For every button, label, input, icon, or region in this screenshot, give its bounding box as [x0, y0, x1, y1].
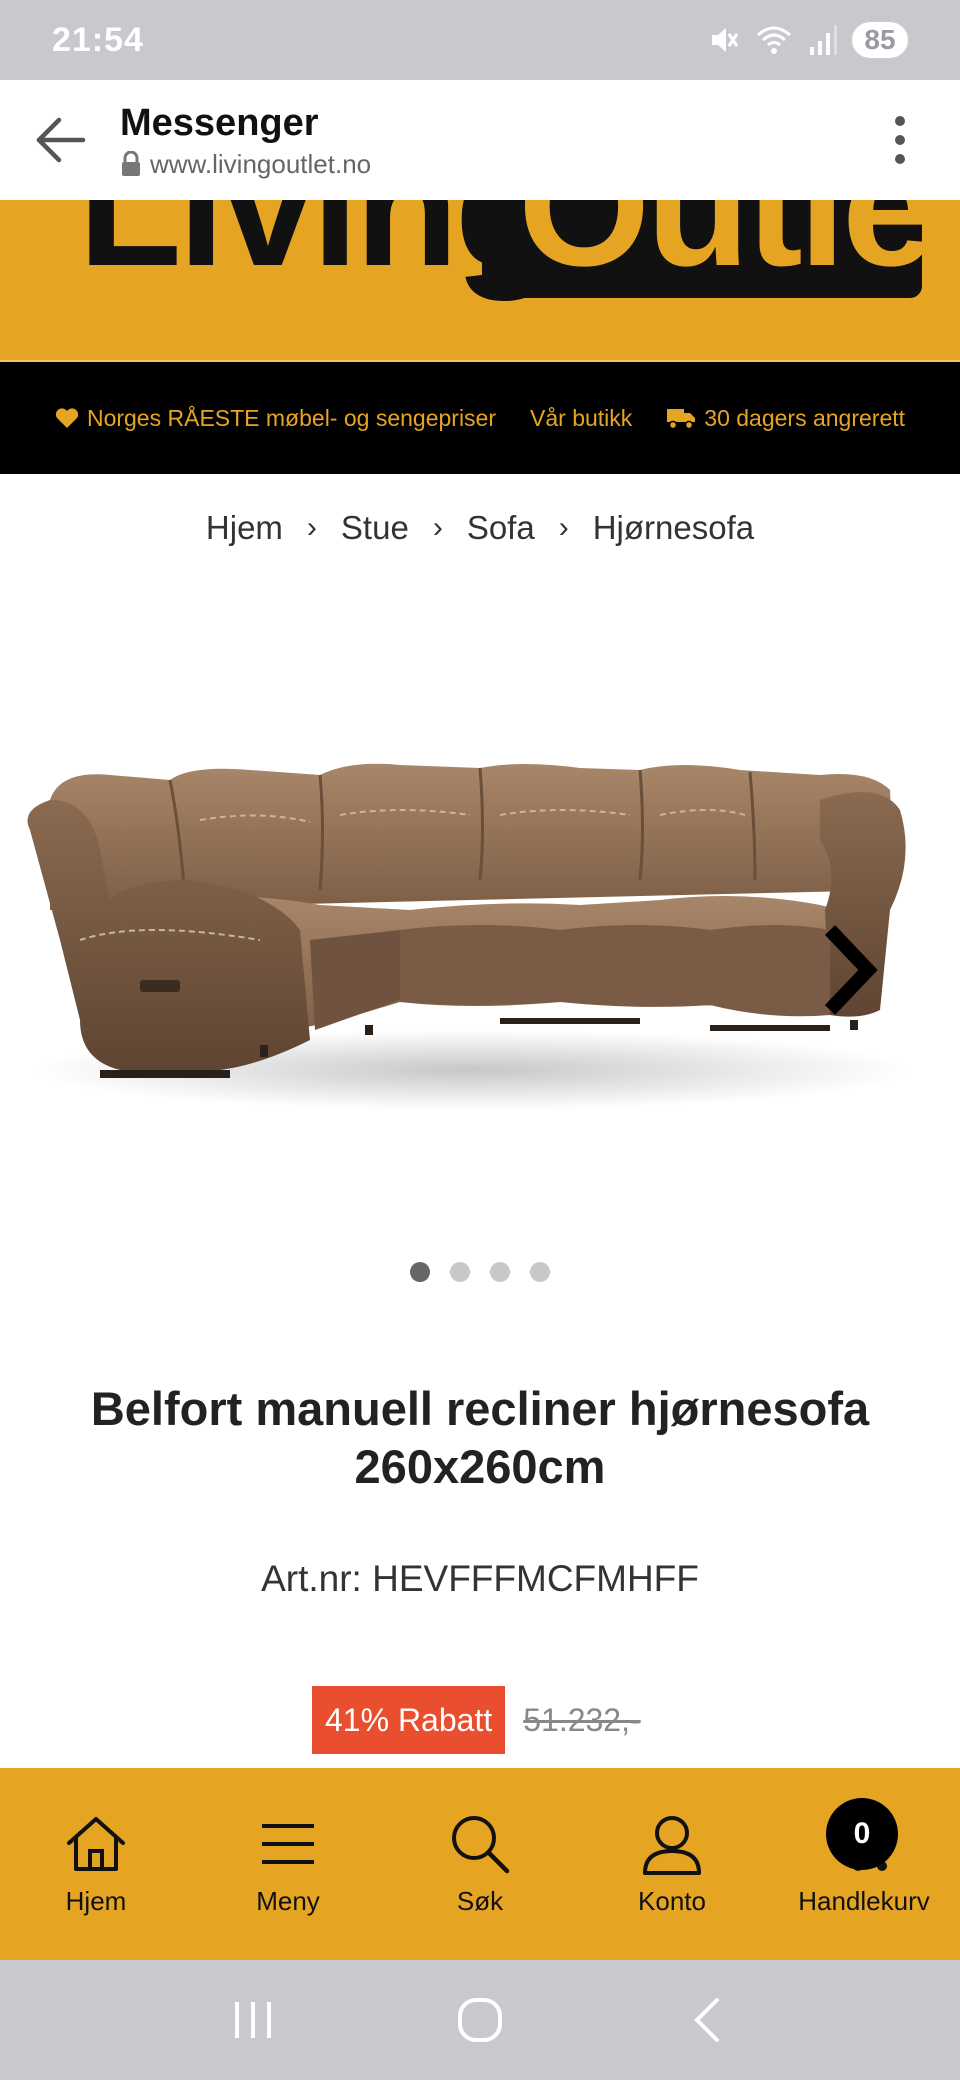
dot-icon — [895, 116, 905, 126]
status-icons: 85 — [706, 22, 908, 58]
truck-icon — [667, 409, 696, 430]
promo-return-policy[interactable]: 30 dagers angrerett — [666, 405, 905, 432]
url-row[interactable]: www.livingoutlet.no — [120, 149, 371, 180]
gallery-dot-4[interactable] — [530, 1262, 550, 1282]
signal-icon — [808, 23, 838, 57]
lock-icon — [122, 151, 140, 176]
mute-icon — [706, 23, 740, 57]
breadcrumb-item-hjornesofa[interactable]: Hjørnesofa — [593, 509, 754, 547]
promo-text-2: Vår butikk — [530, 404, 633, 431]
logo-word-outlet: Outlet — [518, 200, 922, 298]
nav-menu[interactable]: Meny — [198, 1812, 378, 1917]
promo-text-1: Norges RÅESTE møbel- og sengepriser — [86, 404, 497, 431]
bottom-nav: Hjem Meny Søk Konto 0 Handlekurv — [0, 1768, 960, 1960]
status-time: 21:54 — [52, 20, 144, 59]
nav-home-label: Hjem — [65, 1885, 127, 1916]
promo-bar: Norges RÅESTE møbel- og sengepriser Vår … — [0, 362, 960, 474]
logo-banner[interactable]: Living Outlet — [0, 200, 960, 360]
nav-search-label: Søk — [456, 1885, 504, 1916]
discount-badge: 41% Rabatt — [312, 1686, 506, 1754]
battery-indicator: 85 — [852, 22, 908, 58]
cart-count-badge: 0 — [826, 1797, 898, 1870]
nav-cart-label: Handlekurv — [798, 1885, 930, 1916]
system-nav-bar — [0, 1960, 960, 2080]
gallery-dot-3[interactable] — [490, 1262, 510, 1282]
breadcrumb-separator: › — [558, 511, 569, 544]
nav-search[interactable]: Søk — [390, 1812, 570, 1917]
gallery-dot-1[interactable] — [410, 1262, 430, 1282]
nav-account[interactable]: Konto — [582, 1812, 762, 1917]
breadcrumb-separator: › — [432, 511, 443, 544]
nav-cart[interactable]: 0 Handlekurv — [774, 1797, 954, 1917]
wifi-icon — [754, 23, 794, 57]
promo-text-3: 30 dagers angrerett — [704, 404, 906, 431]
arrow-left-icon — [36, 117, 86, 163]
user-icon — [640, 1812, 704, 1876]
chevron-left-icon — [693, 1998, 719, 2042]
hamburger-icon — [256, 1812, 320, 1876]
home-circle-icon — [457, 1998, 502, 2042]
recent-apps-button[interactable] — [213, 1980, 293, 2060]
nav-account-label: Konto — [638, 1885, 706, 1916]
promo-price-claim[interactable]: Norges RÅESTE møbel- og sengepriser — [55, 405, 496, 432]
gallery-dots — [0, 1262, 960, 1282]
next-image-arrow-icon[interactable] — [820, 920, 880, 1020]
breadcrumb-item-sofa[interactable]: Sofa — [467, 509, 535, 547]
price-row: 41% Rabatt 51.232,- — [312, 1686, 641, 1754]
recent-apps-icon — [235, 2002, 272, 2038]
heart-icon — [55, 408, 79, 428]
nav-home[interactable]: Hjem — [6, 1812, 186, 1917]
url-text: www.livingoutlet.no — [150, 148, 372, 179]
back-button[interactable] — [0, 80, 120, 200]
more-options-button[interactable] — [880, 110, 920, 170]
home-system-button[interactable] — [440, 1980, 520, 2060]
breadcrumb: Hjem › Stue › Sofa › Hjørnesofa — [0, 500, 960, 556]
status-bar: 21:54 85 — [0, 0, 960, 80]
dot-icon — [895, 154, 905, 164]
search-icon — [448, 1812, 512, 1876]
breadcrumb-separator: › — [306, 511, 317, 544]
header-text: Messenger www.livingoutlet.no — [120, 101, 371, 180]
product-title: Belfort manuell recliner hjørnesofa 260x… — [90, 1382, 870, 1493]
home-icon — [64, 1812, 128, 1876]
breadcrumb-item-stue[interactable]: Stue — [341, 509, 409, 547]
logo-outlet-box: Outlet — [482, 200, 922, 298]
old-price: 51.232,- — [523, 1701, 641, 1738]
browser-header: Messenger www.livingoutlet.no — [0, 80, 960, 200]
promo-store-link[interactable]: Vår butikk — [530, 405, 632, 432]
article-number: Art.nr: HEVFFFMCFMHFF — [261, 1558, 699, 1599]
product-image[interactable] — [20, 740, 920, 1140]
breadcrumb-item-home[interactable]: Hjem — [206, 509, 283, 547]
nav-menu-label: Meny — [256, 1885, 320, 1916]
gallery-dot-2[interactable] — [450, 1262, 470, 1282]
dot-icon — [895, 135, 905, 145]
page-title: Messenger — [120, 101, 319, 144]
back-system-button[interactable] — [667, 1980, 747, 2060]
